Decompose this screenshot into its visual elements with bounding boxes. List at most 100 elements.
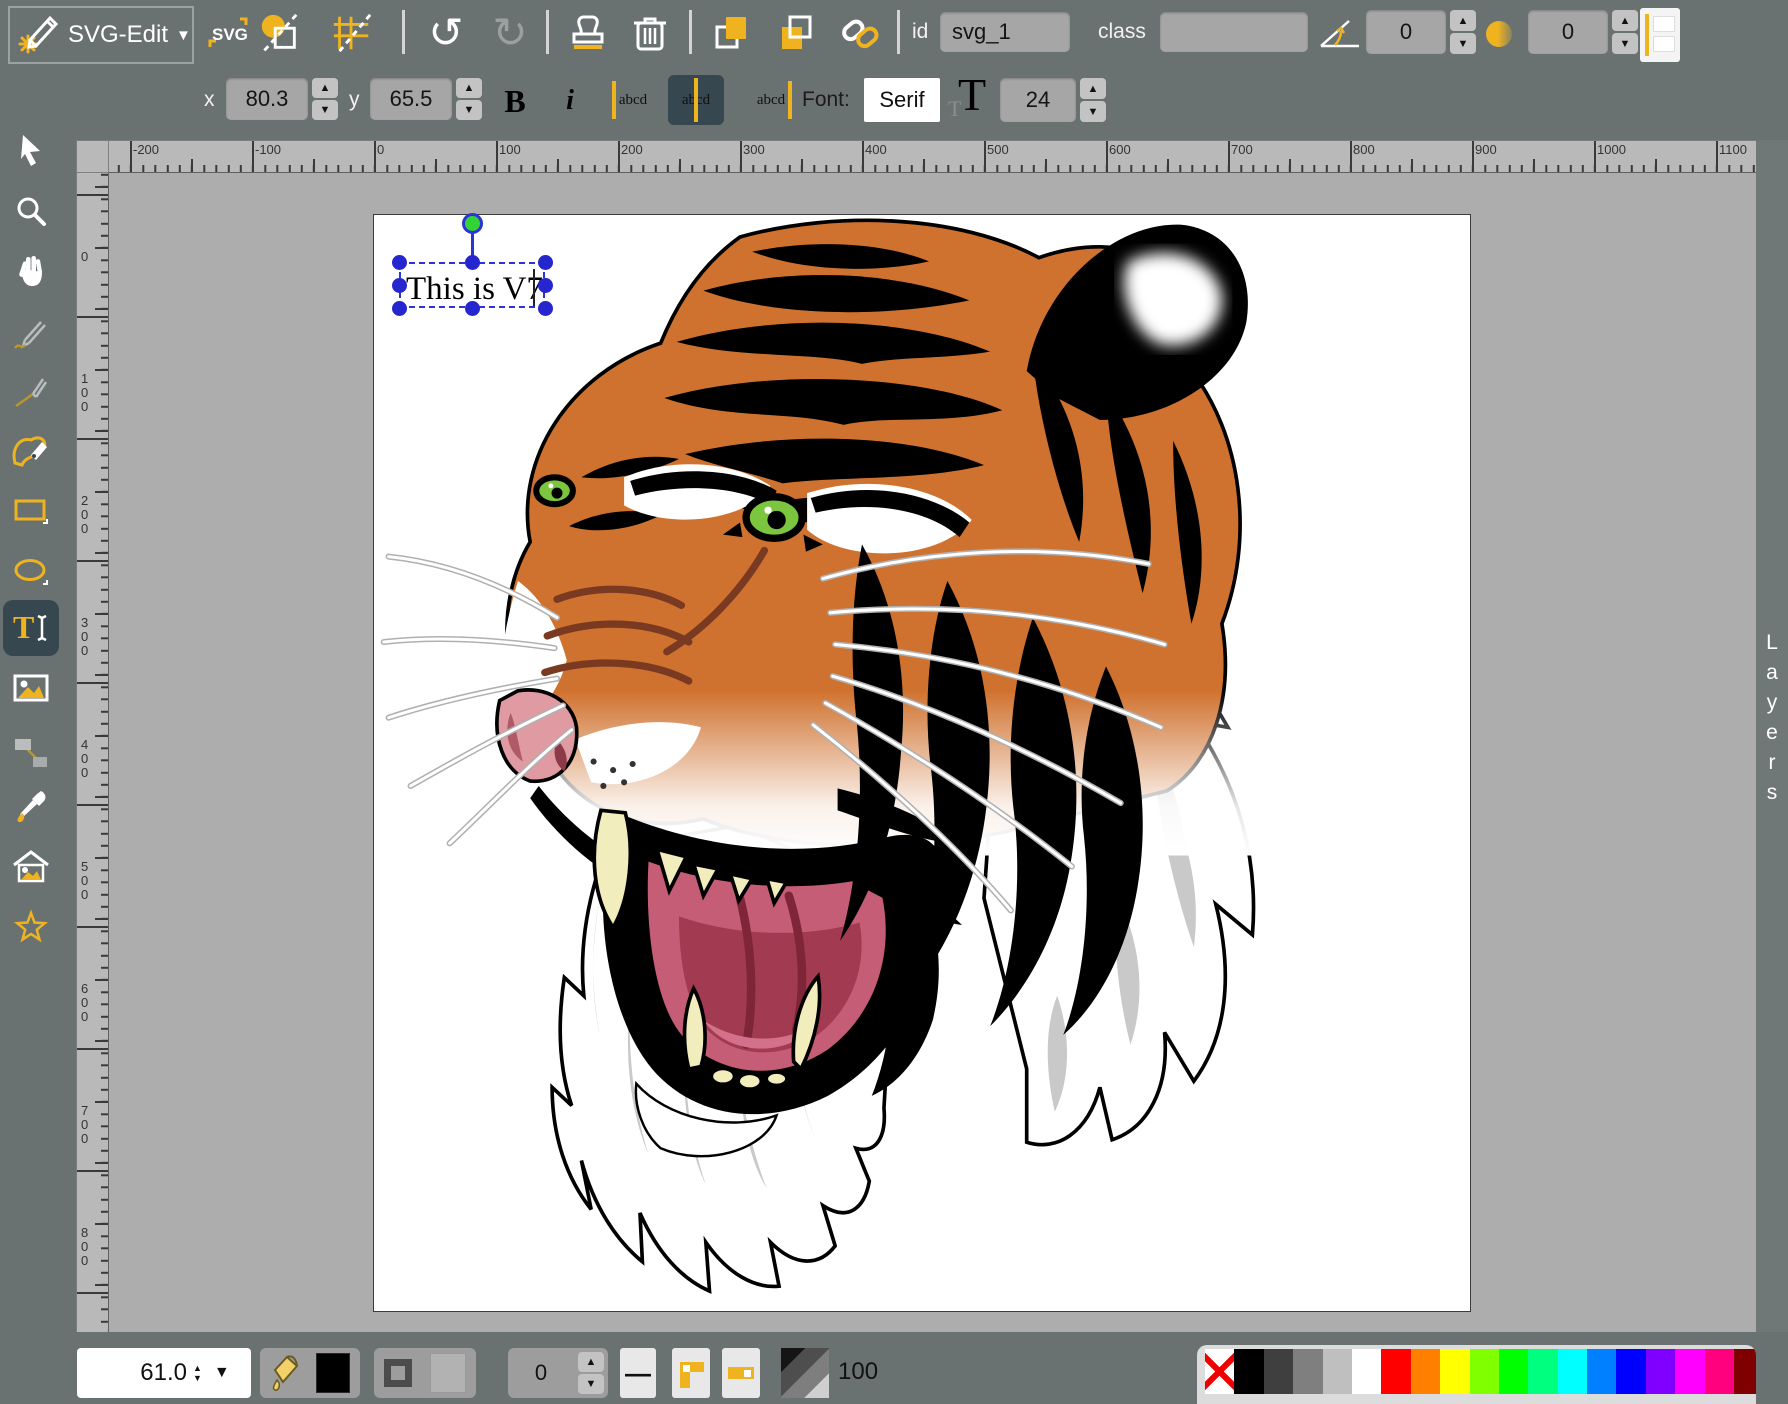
spin-up-icon[interactable]: ▲ (1450, 10, 1476, 31)
spin-up-icon[interactable]: ▲ (1080, 78, 1106, 99)
grid-snap-button[interactable] (330, 11, 374, 55)
resize-handle-nw[interactable] (392, 255, 407, 270)
stroke-width-field[interactable]: 0 (508, 1348, 574, 1398)
x-spinner[interactable]: ▲▼ (312, 78, 338, 120)
resize-handle-e[interactable] (538, 278, 553, 293)
path-tool-button[interactable] (7, 427, 55, 475)
wireframe-mode-button[interactable] (258, 11, 302, 55)
zoom-dropdown-icon[interactable]: ▼ (214, 1364, 230, 1382)
palette-swatch[interactable] (1558, 1349, 1587, 1394)
stroke-width-spinner[interactable]: ▲▼ (578, 1352, 604, 1394)
y-spinner[interactable]: ▲▼ (456, 78, 482, 120)
text-x-field[interactable]: 80.3 (226, 78, 308, 120)
spin-up-icon[interactable]: ▲ (1612, 10, 1638, 31)
resize-handle-w[interactable] (392, 278, 407, 293)
element-id-field[interactable]: svg_1 (940, 12, 1070, 52)
font-size-spinner[interactable]: ▲▼ (1080, 78, 1106, 122)
pan-tool-button[interactable] (7, 247, 55, 295)
make-link-button[interactable] (838, 11, 882, 55)
align-panel-button[interactable] (1640, 8, 1680, 62)
rotation-angle-field[interactable]: 0 (1366, 10, 1446, 54)
palette-swatch[interactable] (1411, 1349, 1440, 1394)
palette-swatch[interactable] (1381, 1349, 1410, 1394)
pencil-icon (11, 314, 51, 354)
resize-handle-se[interactable] (538, 301, 553, 316)
canvas-artwork-tiger[interactable] (374, 215, 1471, 1312)
zoom-spinner[interactable]: ▲▼ (193, 1363, 202, 1383)
palette-swatch[interactable] (1705, 1349, 1734, 1394)
main-menu-button[interactable]: SVG-Edit ▼ (8, 6, 194, 64)
zoom-control[interactable]: 61.0 ▲▼ ▼ (77, 1348, 251, 1398)
spin-down-icon[interactable]: ▼ (1450, 33, 1476, 54)
spin-down-icon[interactable]: ▼ (1612, 33, 1638, 54)
spin-up-icon[interactable]: ▲ (312, 78, 338, 98)
text-tool-button[interactable]: T (3, 600, 59, 656)
palette-swatch[interactable] (1616, 1349, 1645, 1394)
shape-library-button[interactable] (7, 844, 55, 892)
rect-tool-button[interactable] (7, 488, 55, 536)
eyedropper-tool-button[interactable] (7, 784, 55, 832)
star-tool-button[interactable] (7, 904, 55, 952)
palette-swatch[interactable] (1675, 1349, 1704, 1394)
palette-swatch[interactable] (1734, 1349, 1756, 1394)
palette-swatch[interactable] (1470, 1349, 1499, 1394)
palette-swatch[interactable] (1264, 1349, 1293, 1394)
move-to-bottom-button[interactable] (772, 11, 816, 55)
undo-button[interactable]: ↺ (424, 11, 468, 55)
spin-up-icon[interactable]: ▲ (456, 78, 482, 98)
ruler-label: 0 (81, 250, 88, 264)
resize-handle-sw[interactable] (392, 301, 407, 316)
font-size-field[interactable]: 24 (1000, 78, 1076, 122)
palette-swatch-none[interactable] (1205, 1349, 1234, 1394)
zoom-tool-button[interactable] (7, 188, 55, 236)
edit-source-button[interactable]: SVG (206, 11, 250, 55)
delete-button[interactable] (628, 11, 672, 55)
palette-swatch[interactable] (1352, 1349, 1381, 1394)
spin-down-icon[interactable]: ▼ (456, 100, 482, 120)
pencil-tool-button[interactable] (7, 310, 55, 358)
italic-button[interactable]: i (552, 80, 588, 122)
opacity-indicator[interactable] (781, 1348, 829, 1398)
svg-canvas-page[interactable] (373, 214, 1471, 1312)
palette-swatch[interactable] (1528, 1349, 1557, 1394)
spin-down-icon[interactable]: ▼ (312, 100, 338, 120)
stroke-color-swatch[interactable] (430, 1353, 466, 1393)
blur-field[interactable]: 0 (1528, 10, 1608, 54)
ruler-label: 600 (81, 982, 88, 1024)
bold-button[interactable]: B (494, 80, 536, 122)
palette-swatch[interactable] (1293, 1349, 1322, 1394)
text-y-field[interactable]: 65.5 (370, 78, 452, 120)
ellipse-tool-button[interactable] (7, 549, 55, 597)
line-tool-button[interactable] (7, 368, 55, 416)
image-tool-button[interactable] (7, 664, 55, 712)
linecap-button[interactable] (722, 1348, 760, 1398)
move-to-top-button[interactable] (710, 11, 754, 55)
stroke-dash-button[interactable]: — (620, 1348, 656, 1398)
angle-spinner[interactable]: ▲▼ (1450, 10, 1476, 54)
resize-handle-s[interactable] (465, 301, 480, 316)
select-tool-button[interactable] (7, 126, 55, 174)
text-anchor-end-button[interactable]: abcd (748, 78, 794, 122)
text-anchor-start-button[interactable]: abcd (610, 78, 656, 122)
text-anchor-middle-button[interactable]: abcd (668, 75, 724, 125)
rotate-handle[interactable] (462, 213, 483, 234)
palette-swatch[interactable] (1587, 1349, 1616, 1394)
font-family-button[interactable]: Serif (864, 78, 940, 122)
palette-swatch[interactable] (1323, 1349, 1352, 1394)
palette-swatch[interactable] (1646, 1349, 1675, 1394)
redo-button[interactable]: ↻ (488, 11, 532, 55)
resize-handle-n[interactable] (465, 255, 480, 270)
spin-down-icon[interactable]: ▼ (1080, 101, 1106, 122)
palette-swatch[interactable] (1234, 1349, 1263, 1394)
palette-swatch[interactable] (1440, 1349, 1469, 1394)
connector-tool-button[interactable] (7, 729, 55, 777)
fill-color-swatch[interactable] (316, 1353, 350, 1393)
canvas-workspace[interactable]: -200-10001002003004005006007008009001000… (76, 140, 1756, 1332)
clone-button[interactable] (566, 11, 610, 55)
resize-handle-ne[interactable] (538, 255, 553, 270)
linejoin-button[interactable] (672, 1348, 710, 1398)
palette-swatch[interactable] (1499, 1349, 1528, 1394)
blur-spinner[interactable]: ▲▼ (1612, 10, 1638, 54)
layers-panel-toggle[interactable]: Layers (1756, 140, 1788, 1332)
element-class-field[interactable] (1160, 12, 1308, 52)
